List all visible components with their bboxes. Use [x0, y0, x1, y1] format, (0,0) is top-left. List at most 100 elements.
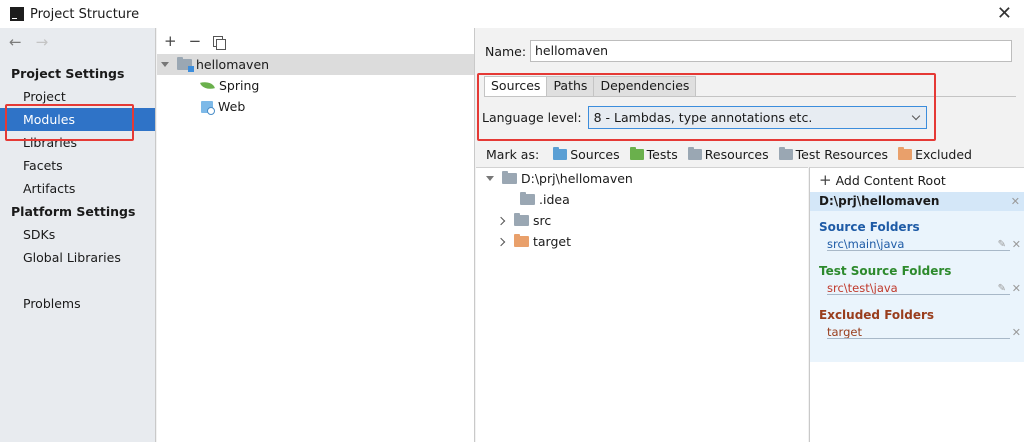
language-level-value: 8 - Lambdas, type annotations etc. [593, 110, 813, 125]
mark-as-excluded-label: Excluded [915, 147, 972, 162]
chevron-down-icon[interactable] [486, 176, 494, 181]
sources-folder-icon [553, 147, 568, 160]
sidebar-item-project[interactable]: Project [0, 85, 155, 108]
tab-sources[interactable]: Sources [484, 76, 548, 96]
name-row: Name: hellomaven [485, 40, 1012, 62]
root-path-label: D:\prj\hellomaven [819, 194, 940, 208]
module-tree-panel: + − hellomaven Spring Web [157, 28, 475, 442]
remove-root-icon[interactable]: ✕ [1011, 192, 1020, 211]
sidebar-item-modules[interactable]: Modules [0, 108, 155, 131]
mark-as-test-resources-label: Test Resources [795, 147, 889, 162]
folder-label: src [533, 213, 552, 228]
mark-as-resources-label: Resources [704, 147, 769, 162]
sidebar-item-libraries[interactable]: Libraries [0, 131, 155, 154]
mark-as-tests-button[interactable]: Tests [629, 147, 678, 162]
module-tree-toolbar: + − [157, 28, 474, 54]
settings-sidebar: ← → Project Settings Project Modules Lib… [0, 28, 156, 442]
source-folder-entry[interactable]: src\main\java ✎ ✕ [810, 236, 1024, 253]
folder-label: .idea [539, 192, 570, 207]
folder-icon [514, 213, 529, 226]
window-title: Project Structure [30, 6, 140, 22]
module-folder-icon [177, 57, 194, 72]
folder-label: target [533, 234, 572, 249]
nav-arrows: ← → [0, 28, 155, 56]
remove-icon[interactable]: ✕ [1012, 280, 1021, 297]
content-root-block: D:\prj\hellomaven ✕ Source Folders src\m… [810, 192, 1024, 362]
tree-item-src[interactable]: src [476, 210, 808, 231]
remove-icon[interactable]: ✕ [1012, 236, 1021, 253]
back-arrow-icon[interactable]: ← [9, 33, 22, 51]
sidebar-item-sdks[interactable]: SDKs [0, 223, 155, 246]
mark-as-excluded-button[interactable]: Excluded [898, 147, 972, 162]
platform-settings-header: Platform Settings [11, 204, 136, 219]
test-source-folders-title: Test Source Folders [819, 264, 952, 278]
sidebar-item-problems[interactable]: Problems [0, 292, 155, 315]
content-root-tree: D:\prj\hellomaven .idea src target [476, 167, 808, 442]
tab-paths[interactable]: Paths [546, 76, 595, 96]
excluded-folder-path: target [827, 325, 862, 339]
source-folders-title: Source Folders [819, 220, 920, 234]
tree-item-module-root[interactable]: hellomaven [157, 54, 474, 75]
remove-module-icon[interactable]: − [189, 32, 202, 50]
intellij-logo-icon [10, 7, 24, 21]
remove-icon[interactable]: ✕ [1012, 324, 1021, 341]
content-root-label: D:\prj\hellomaven [521, 171, 633, 186]
content-root-path: D:\prj\hellomaven ✕ [810, 192, 1024, 211]
edit-icon[interactable]: ✎ [998, 236, 1006, 253]
sidebar-item-global-libraries[interactable]: Global Libraries [0, 246, 155, 269]
mark-as-test-resources-button[interactable]: Test Resources [778, 147, 889, 162]
module-detail-panel: Name: hellomaven Sources Paths Dependenc… [476, 28, 1024, 442]
tree-item-content-root[interactable]: D:\prj\hellomaven [476, 168, 808, 189]
tree-item-idea[interactable]: .idea [476, 189, 808, 210]
folder-icon [502, 171, 517, 184]
tree-item-target[interactable]: target [476, 231, 808, 252]
test-source-folder-entry[interactable]: src\test\java ✎ ✕ [810, 280, 1024, 297]
edit-icon[interactable]: ✎ [998, 280, 1006, 297]
tree-item-spring[interactable]: Spring [157, 75, 474, 96]
mark-as-tests-label: Tests [646, 147, 678, 162]
mark-as-label: Mark as: [486, 147, 540, 162]
tab-dependencies[interactable]: Dependencies [593, 76, 697, 96]
tests-folder-icon [629, 147, 644, 160]
close-icon[interactable]: ✕ [997, 3, 1012, 24]
module-tabs: Sources Paths Dependencies [484, 76, 697, 96]
chevron-right-icon[interactable] [496, 216, 506, 225]
module-name-input[interactable]: hellomaven [530, 40, 1012, 62]
name-label: Name: [485, 43, 527, 59]
tree-item-web[interactable]: Web [157, 96, 474, 117]
chevron-down-icon[interactable] [161, 62, 169, 67]
add-module-icon[interactable]: + [164, 32, 177, 50]
add-content-root-button[interactable]: + Add Content Root [810, 168, 1024, 192]
project-settings-header: Project Settings [11, 66, 125, 81]
facet-label: Web [218, 99, 246, 114]
chevron-right-icon[interactable] [496, 237, 506, 246]
chevron-down-icon [911, 111, 920, 120]
tab-divider [484, 96, 1016, 97]
mark-as-sources-label: Sources [570, 147, 620, 162]
mark-as-bar: Mark as: Sources Tests Resources Test Re… [486, 147, 982, 162]
resources-folder-icon [687, 147, 702, 160]
language-level-label: Language level: [482, 110, 582, 125]
excluded-folders-title: Excluded Folders [819, 308, 935, 322]
content-roots-panel: + Add Content Root D:\prj\hellomaven ✕ S… [809, 167, 1024, 442]
source-folder-path: src\main\java [827, 237, 905, 251]
forward-arrow-icon[interactable]: → [36, 33, 49, 51]
copy-module-icon[interactable] [213, 35, 227, 50]
excluded-folder-entry[interactable]: target ✕ [810, 324, 1024, 341]
mark-as-resources-button[interactable]: Resources [687, 147, 769, 162]
sidebar-item-facets[interactable]: Facets [0, 154, 155, 177]
sidebar-item-artifacts[interactable]: Artifacts [0, 177, 155, 200]
add-content-root-label: Add Content Root [835, 172, 946, 188]
test-resources-folder-icon [778, 147, 793, 160]
folder-icon [520, 192, 535, 205]
spring-leaf-icon [200, 79, 215, 92]
test-source-folder-path: src\test\java [827, 281, 898, 295]
language-level-select[interactable]: 8 - Lambdas, type annotations etc. [587, 106, 927, 129]
excluded-folder-icon [514, 234, 529, 247]
mark-as-sources-button[interactable]: Sources [553, 147, 620, 162]
excluded-folder-icon [898, 147, 913, 160]
module-name: hellomaven [196, 57, 270, 72]
plus-icon: + [819, 171, 832, 189]
web-facet-icon [201, 100, 215, 115]
language-level-row: Language level: 8 - Lambdas, type annota… [482, 106, 927, 129]
